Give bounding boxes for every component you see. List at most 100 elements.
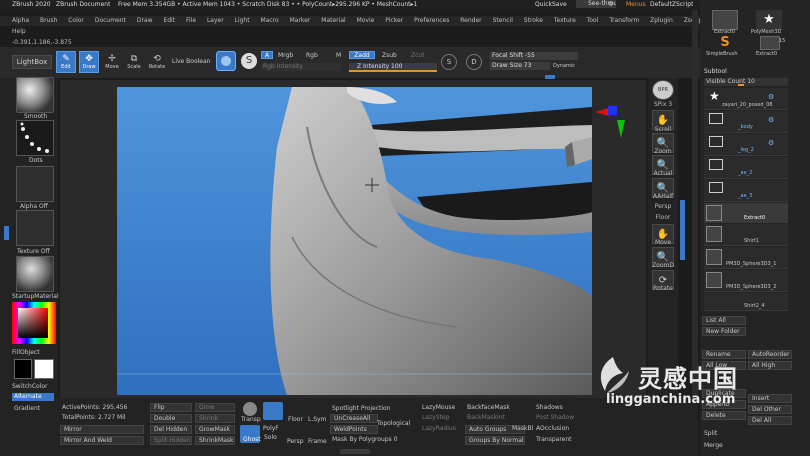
rename-button[interactable]: Rename [702,350,746,359]
extract-tool-thumb[interactable] [712,10,738,30]
new-folder-button[interactable]: New Folder [702,327,746,336]
grow-mask-button[interactable]: GrowMask [195,425,235,434]
dynamic-toggle[interactable]: Dynamic [553,63,575,69]
subtool-row[interactable]: Shirt2_4 [704,293,788,311]
stroke-thumbnail[interactable] [16,120,54,156]
backface-mask-intensity[interactable]: BackMaskInt [467,414,505,421]
lsym-label[interactable]: L.Sym [308,416,326,423]
weld-points-button[interactable]: WeldPoints [330,425,378,434]
menu-preferences[interactable]: Preferences [414,16,449,26]
mirror-and-weld-button[interactable]: Mirror And Weld [60,436,144,445]
visible-count-slider[interactable]: Visible Count 10 [704,78,788,86]
subtool-row[interactable]: _leg_2 ⚙ [704,134,788,156]
groups-by-normals-button[interactable]: Groups By Normals [465,436,525,445]
subtool-row[interactable]: _ae_2 [704,157,788,179]
shrink-button[interactable]: Shrink [195,414,235,423]
post-shadow-toggle[interactable]: Post Shadow [536,414,574,421]
menu-alpha[interactable]: Alpha [12,16,29,26]
lightbox-button[interactable]: LightBox [12,55,52,69]
draw-size-slider[interactable]: Draw Size 73 [490,62,550,70]
subtool-row[interactable]: PM3D_Sphere3D3_2 [704,270,788,292]
menu-file[interactable]: File [186,16,196,26]
menu-stroke[interactable]: Stroke [524,16,543,26]
menu-help[interactable]: Help [12,28,26,35]
delete-button[interactable]: Delete [702,411,746,420]
texture-thumbnail[interactable] [16,210,54,246]
move-button[interactable]: ✢ Move [102,51,122,73]
menu-render[interactable]: Render [460,16,481,26]
alternate-button[interactable]: Alternate [12,393,54,401]
zcut-button[interactable]: Zcut [411,52,425,59]
polyf-label[interactable]: PolyF [263,425,279,432]
persp-label[interactable]: Persp [648,203,678,210]
all-high-button[interactable]: All High [748,361,792,370]
live-boolean-button[interactable]: Live Boolean [172,58,210,65]
aocclusion-toggle[interactable]: AOcclusion [536,425,569,432]
subtool-row[interactable]: PM3D_Sphere3D3_1 [704,247,788,269]
shadows-toggle[interactable]: Shadows [536,404,563,411]
alpha-thumbnail[interactable] [16,166,54,202]
subtool-header[interactable]: Subtool [704,68,727,75]
flip-button[interactable]: Flip [150,403,192,412]
menu-light[interactable]: Light [235,16,250,26]
axis-gizmo-icon[interactable] [595,100,629,140]
persp-label[interactable]: Persp [287,438,304,445]
uncrease-all-button[interactable]: UnCreaseAll [330,414,378,423]
rgb-button[interactable]: Rgb [306,52,318,59]
material-thumbnail[interactable] [16,256,54,292]
s-key-icon[interactable]: S [441,54,457,70]
menu-material[interactable]: Material [321,16,345,26]
main-color-swatch[interactable] [14,359,32,379]
rotate-button[interactable]: ⟲ Rotate [147,51,167,73]
simplebrush-icon[interactable]: S [712,36,738,50]
backface-mask-toggle[interactable]: BackfaceMask [467,404,510,411]
list-all-button[interactable]: List All [702,316,746,325]
material-mode-icon[interactable]: S [239,51,259,71]
spotlight-projection[interactable]: Spotlight Projection [332,405,391,412]
bottom-dock-arrow[interactable] [340,449,370,454]
right-dock-arrow[interactable] [680,200,685,260]
viewport-document[interactable] [117,87,592,395]
menu-document[interactable]: Document [95,16,126,26]
floor-label[interactable]: Floor [288,416,303,423]
floor-label[interactable]: Floor [648,214,678,221]
transp-icon[interactable] [243,402,257,416]
edit-button[interactable]: ✎ Edit [56,51,76,73]
menu-macro[interactable]: Macro [261,16,279,26]
default-script[interactable]: DefaultZScript [650,1,693,8]
mask-blur-label[interactable]: MaskBl [512,425,533,432]
auto-reorder-button[interactable]: AutoReorder [748,350,792,359]
menu-brush[interactable]: Brush [40,16,57,26]
menu-edit[interactable]: Edit [163,16,175,26]
split-hidden-button[interactable]: Split Hidden [150,436,192,445]
del-all-button[interactable]: Del All [748,416,792,425]
menu-marker[interactable]: Marker [290,16,311,26]
menu-movie[interactable]: Movie [357,16,375,26]
frame-label[interactable]: Frame [308,438,327,445]
d-key-icon[interactable]: D [466,54,482,70]
menus-toggle[interactable]: Menus [626,1,646,8]
menu-zplugin[interactable]: Zplugin [650,16,673,26]
gradient-button[interactable]: Gradient [14,405,40,412]
transparent-toggle[interactable]: Transparent [536,436,572,443]
left-dock-arrow[interactable] [4,226,9,240]
visibility-eye-icon[interactable]: ⚙ [768,116,774,124]
merge-section[interactable]: Merge [704,442,723,449]
bpr-icon[interactable]: BPR [652,80,674,100]
topological-toggle[interactable]: Topological [377,420,410,427]
mask-by-polygroups-slider[interactable]: Mask By Polygroups 0 [332,436,398,443]
menu-layer[interactable]: Layer [207,16,224,26]
brush-thumbnail[interactable] [16,77,54,113]
focal-shift-slider[interactable]: Focal Shift -55 [490,52,578,60]
mirror-button[interactable]: Mirror [60,425,144,434]
shrink-mask-button[interactable]: ShrinkMask [195,436,235,445]
quicksave-button[interactable]: QuickSave [535,1,567,8]
scale-button[interactable]: ⧉ Scale [124,51,144,73]
subtool-row[interactable]: _ae_3 [704,180,788,202]
draw-button[interactable]: ✥ Draw [79,51,99,73]
lazy-step-slider[interactable]: LazyStep [422,414,449,421]
menu-tool[interactable]: Tool [587,16,599,26]
subtool-row[interactable]: _body ⚙ [704,111,788,133]
menu-picker[interactable]: Picker [385,16,403,26]
menu-transform[interactable]: Transform [609,16,639,26]
